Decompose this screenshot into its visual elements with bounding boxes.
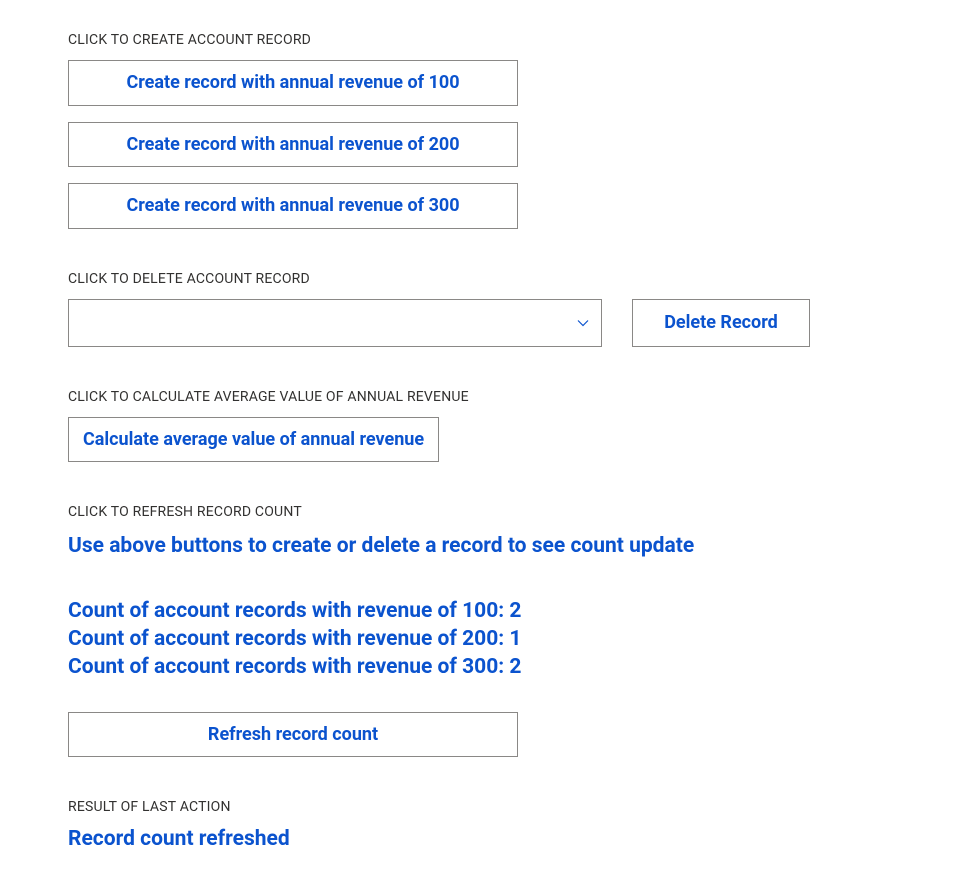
result-section-label: RESULT OF LAST ACTION	[68, 799, 976, 815]
refresh-section-label: CLICK TO REFRESH RECORD COUNT	[68, 504, 976, 520]
refresh-section: CLICK TO REFRESH RECORD COUNT Use above …	[68, 504, 976, 757]
create-record-300-button[interactable]: Create record with annual revenue of 300	[68, 183, 518, 229]
create-section: CLICK TO CREATE ACCOUNT RECORD Create re…	[68, 32, 976, 229]
result-section: RESULT OF LAST ACTION Record count refre…	[68, 799, 976, 851]
calculate-section: CLICK TO CALCULATE AVERAGE VALUE OF ANNU…	[68, 389, 976, 463]
create-section-label: CLICK TO CREATE ACCOUNT RECORD	[68, 32, 976, 48]
create-button-group: Create record with annual revenue of 100…	[68, 60, 976, 229]
delete-section-label: CLICK TO DELETE ACCOUNT RECORD	[68, 271, 976, 287]
create-record-200-button[interactable]: Create record with annual revenue of 200	[68, 122, 518, 168]
delete-record-combobox[interactable]	[68, 299, 602, 347]
count-100-text: Count of account records with revenue of…	[68, 597, 976, 625]
create-record-100-button[interactable]: Create record with annual revenue of 100	[68, 60, 518, 106]
chevron-down-icon	[577, 317, 589, 329]
count-300-text: Count of account records with revenue of…	[68, 653, 976, 681]
refresh-count-button[interactable]: Refresh record count	[68, 712, 518, 758]
delete-section: CLICK TO DELETE ACCOUNT RECORD Delete Re…	[68, 271, 976, 347]
result-text: Record count refreshed	[68, 827, 976, 851]
refresh-instruction-text: Use above buttons to create or delete a …	[68, 532, 976, 560]
delete-row: Delete Record	[68, 299, 976, 347]
calculate-section-label: CLICK TO CALCULATE AVERAGE VALUE OF ANNU…	[68, 389, 976, 405]
delete-record-button[interactable]: Delete Record	[632, 299, 810, 347]
calculate-average-button[interactable]: Calculate average value of annual revenu…	[68, 417, 439, 463]
count-200-text: Count of account records with revenue of…	[68, 625, 976, 653]
